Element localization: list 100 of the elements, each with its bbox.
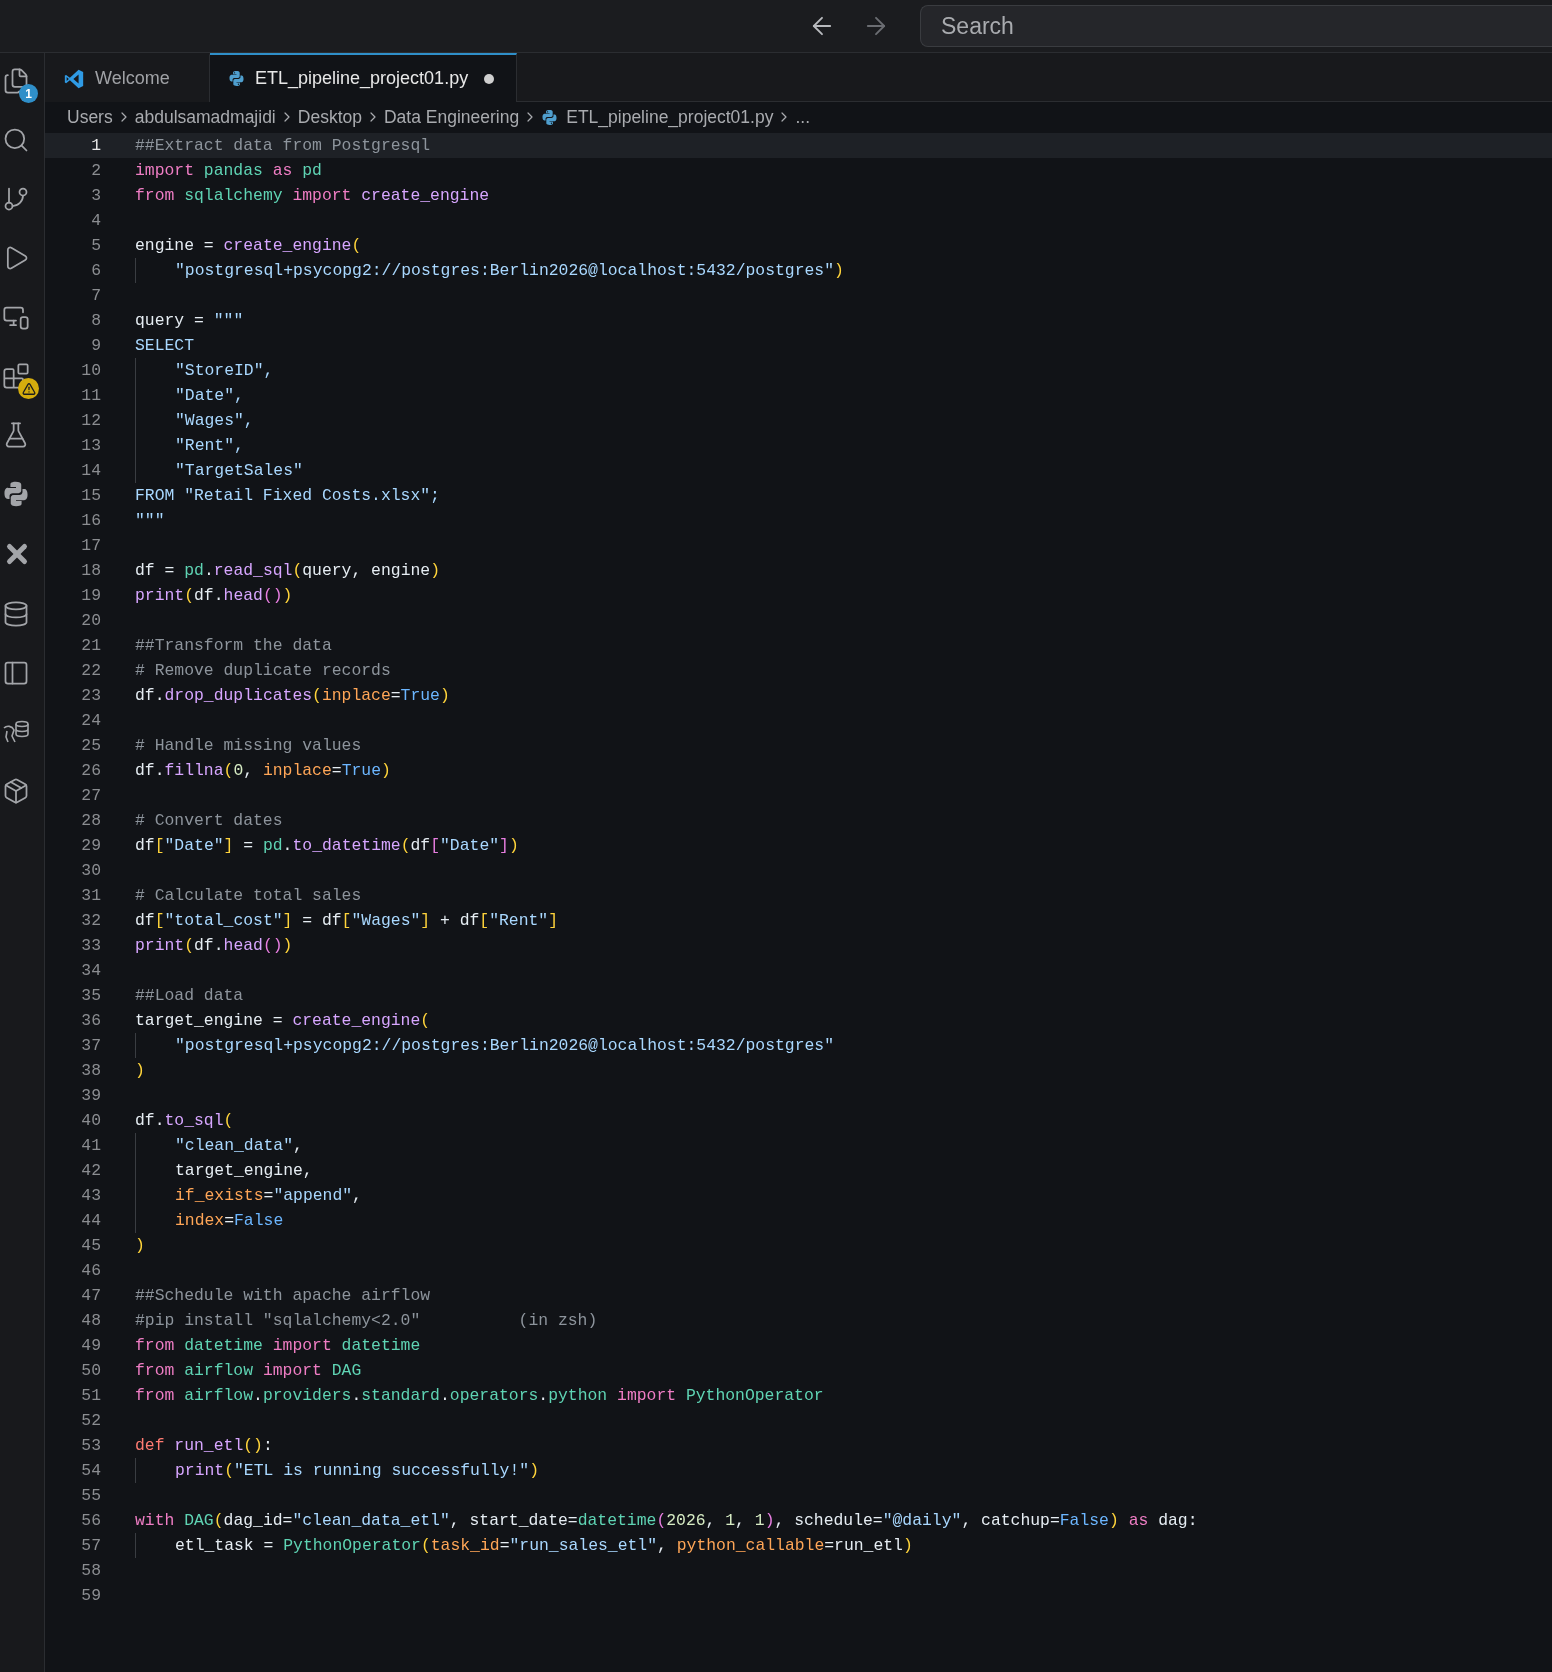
- code-line: target_engine = create_engine(: [135, 1011, 431, 1030]
- blocks-icon[interactable]: [2, 362, 30, 390]
- code-line: query = """: [135, 311, 244, 330]
- code-line: with DAG(dag_id="clean_data_etl", start_date=datetime(2026, 1, 1), schedule="@daily", catchup=False) as dag:: [135, 1511, 1198, 1530]
- python-icon[interactable]: [2, 480, 30, 508]
- code-line: from airflow import DAG: [135, 1361, 362, 1380]
- line-number: 20: [80, 611, 101, 630]
- line-number: 52: [80, 1411, 101, 1430]
- line-number: 18: [80, 561, 101, 580]
- breadcrumb-item[interactable]: Users: [67, 106, 113, 128]
- line-number: 43: [80, 1186, 101, 1205]
- breadcrumb-item[interactable]: abdulsamadmajidi: [134, 106, 276, 128]
- line-number: 49: [80, 1336, 101, 1355]
- code-line: # Remove duplicate records: [135, 661, 391, 680]
- line-number: 11: [80, 386, 101, 405]
- search-field[interactable]: Search: [920, 5, 1552, 47]
- code-line: from airflow.providers.standard.operators.python import PythonOperator: [135, 1386, 824, 1405]
- code-line: "postgresql+psycopg2://postgres:Berlin2026@localhost:5432/postgres": [175, 1036, 834, 1055]
- code-line: "StoreID",: [175, 361, 274, 380]
- breadcrumb-item[interactable]: Data Engineering: [383, 106, 520, 128]
- line-number: 57: [80, 1536, 101, 1555]
- code-line: if_exists="append",: [175, 1186, 362, 1205]
- code-line: from sqlalchemy import create_engine: [135, 186, 490, 205]
- branch-icon[interactable]: [2, 185, 30, 213]
- line-number: 30: [80, 861, 101, 880]
- code-line: df = pd.read_sql(query, engine): [135, 561, 440, 580]
- tab-label: Welcome: [95, 68, 170, 89]
- code-line: print("ETL is running successfully!"): [175, 1461, 539, 1480]
- editor-tab[interactable]: Welcome: [45, 53, 210, 102]
- line-number: 15: [80, 486, 101, 505]
- code-line: index=False: [175, 1211, 284, 1230]
- code-line: "TargetSales": [175, 461, 303, 480]
- code-line: FROM "Retail Fixed Costs.xlsx";: [135, 486, 440, 505]
- python-icon: [228, 70, 245, 87]
- line-number: 35: [80, 986, 101, 1005]
- code-line: "clean_data",: [175, 1136, 303, 1155]
- breadcrumb-item[interactable]: Desktop: [297, 106, 362, 128]
- editor-tab[interactable]: ETL_pipeline_project01.py: [210, 53, 517, 102]
- line-number: 51: [80, 1386, 101, 1405]
- line-number: 1: [90, 136, 101, 155]
- database-icon[interactable]: [2, 600, 30, 628]
- vscode-logo-icon: [63, 67, 85, 90]
- line-number: 9: [90, 336, 101, 355]
- line-number: 53: [80, 1436, 101, 1455]
- code-line: # Convert dates: [135, 811, 283, 830]
- count-badge: 1: [19, 84, 38, 103]
- line-number: 45: [80, 1236, 101, 1255]
- code-line: ##Load data: [135, 986, 244, 1005]
- line-number: 39: [80, 1086, 101, 1105]
- line-number: 54: [80, 1461, 101, 1480]
- line-number: 23: [80, 686, 101, 705]
- line-number: 29: [80, 836, 101, 855]
- code-line: df.drop_duplicates(inplace=True): [135, 686, 450, 705]
- code-line: "Wages",: [175, 411, 254, 430]
- code-line: etl_task = PythonOperator(task_id="run_sales_etl", python_callable=run_etl): [175, 1536, 913, 1555]
- line-number: 37: [80, 1036, 101, 1055]
- code-line: # Calculate total sales: [135, 886, 362, 905]
- code-line: "postgresql+psycopg2://postgres:Berlin2026@localhost:5432/postgres"): [175, 261, 844, 280]
- code-line: ): [135, 1236, 145, 1255]
- line-number: 42: [80, 1161, 101, 1180]
- line-number: 34: [80, 961, 101, 980]
- line-number: 41: [80, 1136, 101, 1155]
- line-number: 32: [80, 911, 101, 930]
- code-line: df["Date"] = pd.to_datetime(df["Date"]): [135, 836, 519, 855]
- line-number: 46: [80, 1261, 101, 1280]
- code-line: df["total_cost"] = df["Wages"] + df["Rent"]: [135, 911, 559, 930]
- line-number: 14: [80, 461, 101, 480]
- line-number: 38: [80, 1061, 101, 1080]
- code-line: # Handle missing values: [135, 736, 362, 755]
- code-line: "Date",: [175, 386, 244, 405]
- code-line: "Rent",: [175, 436, 244, 455]
- search-icon[interactable]: [2, 126, 30, 154]
- tab-label: ETL_pipeline_project01.py: [255, 68, 469, 89]
- line-number: 33: [80, 936, 101, 955]
- line-number: 31: [80, 886, 101, 905]
- line-number: 5: [90, 236, 101, 255]
- code-line: df.to_sql(: [135, 1111, 234, 1130]
- line-number: 28: [80, 811, 101, 830]
- line-number: 24: [80, 711, 101, 730]
- line-number: 25: [80, 736, 101, 755]
- panel-icon[interactable]: [2, 659, 30, 687]
- line-number: 26: [80, 761, 101, 780]
- breadcrumb-item[interactable]: ...: [795, 106, 811, 128]
- line-number: 16: [80, 511, 101, 530]
- line-number: 12: [80, 411, 101, 430]
- code-line: def run_etl():: [135, 1436, 273, 1455]
- line-number: 44: [80, 1211, 101, 1230]
- code-line: target_engine,: [175, 1161, 313, 1180]
- line-number: 13: [80, 436, 101, 455]
- code-line: ##Schedule with apache airflow: [135, 1286, 431, 1305]
- line-number: 56: [80, 1511, 101, 1530]
- warning-icon: [18, 378, 39, 399]
- line-number: 4: [90, 211, 101, 230]
- breadcrumb-item[interactable]: ETL_pipeline_project01.py: [541, 106, 774, 128]
- line-number: 21: [80, 636, 101, 655]
- code-line: engine = create_engine(: [135, 236, 362, 255]
- line-number: 59: [80, 1586, 101, 1605]
- code-line: ##Extract data from Postgresql: [135, 136, 431, 155]
- package-icon[interactable]: [2, 777, 30, 805]
- line-number: 2: [90, 161, 101, 180]
